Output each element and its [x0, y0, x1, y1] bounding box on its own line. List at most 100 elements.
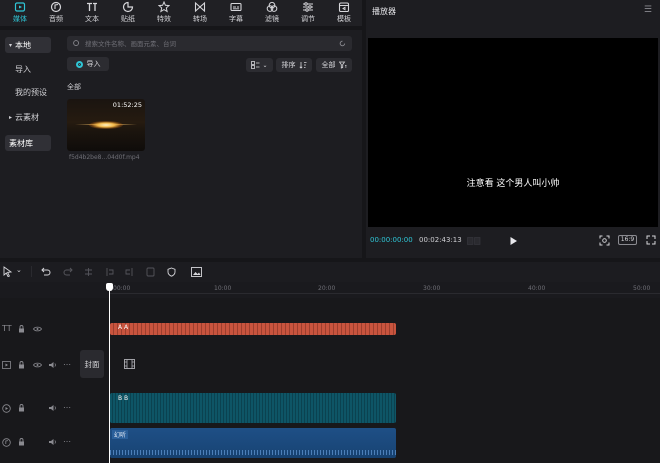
more-options-icon[interactable]: ⋯	[63, 360, 71, 369]
toolbar-template[interactable]: 模板	[326, 0, 362, 26]
more-options-icon[interactable]: ⋯	[63, 403, 71, 412]
import-radio-icon	[75, 60, 83, 68]
toolbar-sticker[interactable]: 贴纸	[110, 0, 146, 26]
clip-duration: 01:52:25	[112, 101, 142, 109]
sidenav-presets-label: 我的预设	[15, 87, 47, 97]
more-options-icon[interactable]: ⋯	[63, 437, 71, 446]
toolbar-filter-label: 滤镜	[265, 15, 279, 23]
toolbar-filter[interactable]: 滤镜	[254, 0, 290, 26]
timeline-tracks: TT A A ⋯ 封面 ⋯ B B ⋯ 幻听	[0, 298, 660, 463]
import-button[interactable]: 导入	[67, 57, 109, 71]
sidenav-library[interactable]: 素材库	[5, 135, 51, 151]
sidenav-library-label: 素材库	[9, 138, 33, 148]
media-sidenav: ▾ 本地 导入 我的预设 ▸ 云素材 素材库	[0, 30, 60, 258]
playhead-handle[interactable]	[106, 283, 113, 291]
audio-icon	[50, 1, 62, 13]
select-cursor-icon[interactable]	[3, 266, 13, 277]
audio-clip[interactable]: 幻听	[110, 428, 396, 458]
video-subtitle: 注意看 这个男人叫小帅	[466, 179, 560, 189]
transition-icon	[194, 1, 206, 13]
ruler-baseline	[110, 293, 660, 294]
section-label-all: 全部	[67, 83, 81, 91]
media-icon	[14, 2, 26, 12]
toolbar-caption[interactable]: 字幕	[218, 0, 254, 26]
template-icon	[338, 2, 350, 13]
eye-icon[interactable]	[33, 326, 42, 332]
lock-icon[interactable]	[18, 404, 25, 412]
total-timecode: 00:02:43:13	[419, 236, 462, 244]
chevron-down-icon: ⌄	[262, 61, 268, 69]
cursor-dropdown-icon[interactable]: ⌄	[16, 266, 22, 274]
search-input[interactable]	[85, 39, 335, 48]
video-clip-track-icon	[2, 404, 11, 413]
speaker-icon[interactable]	[48, 404, 57, 412]
split-right-icon[interactable]	[125, 267, 134, 277]
play-icon[interactable]	[509, 236, 518, 246]
player-menu-icon[interactable]: ☰	[644, 5, 652, 15]
sidenav-import-label: 导入	[15, 64, 31, 74]
image-frame-icon[interactable]	[191, 267, 202, 277]
delete-icon[interactable]	[146, 267, 155, 277]
effects-icon	[158, 1, 170, 13]
search-icon	[73, 40, 79, 46]
lock-icon[interactable]	[18, 325, 25, 333]
speaker-icon[interactable]	[48, 361, 57, 369]
toolbar-text[interactable]: 文本	[74, 0, 110, 26]
toolbar-media-label: 媒体	[13, 15, 27, 23]
eye-icon[interactable]	[33, 362, 42, 368]
undo-icon[interactable]	[41, 267, 51, 276]
toolbar-audio[interactable]: 音频	[38, 0, 74, 26]
fit-screen-icon[interactable]	[599, 235, 610, 246]
import-button-label: 导入	[86, 60, 101, 68]
caption-icon	[230, 2, 242, 12]
video-clip-marker-icon: B B	[118, 395, 129, 402]
lock-icon[interactable]	[18, 438, 25, 446]
timeline-ruler[interactable]: 00:00 10:00 20:00 30:00 40:00 50:00	[0, 282, 660, 298]
redo-icon[interactable]	[63, 267, 73, 276]
split-left-icon[interactable]	[105, 267, 114, 277]
shield-icon[interactable]	[167, 267, 176, 277]
ruler-tick: 50:00	[633, 285, 651, 292]
toolbar-audio-label: 音频	[49, 15, 63, 23]
media-panel: 导入 ⌄ 排序 全部 全部 01:52:25 f5d4b2be8...04d0f…	[60, 30, 362, 258]
lock-icon[interactable]	[18, 361, 25, 369]
filter-funnel-icon	[338, 61, 346, 69]
filter-all-button[interactable]: 全部	[316, 58, 352, 72]
clip-file-name: f5d4b2be8...04d0f.mp4	[69, 154, 140, 161]
sidenav-import[interactable]: 导入	[5, 61, 51, 77]
grid-view-icon	[251, 61, 260, 69]
filter-icon	[266, 1, 278, 12]
toolbar-effects[interactable]: 特效	[146, 0, 182, 26]
sidenav-cloud[interactable]: ▸ 云素材	[5, 109, 51, 125]
playhead-line[interactable]	[109, 284, 110, 463]
split-icon[interactable]	[84, 267, 93, 277]
ruler-tick: 00:00	[113, 285, 131, 292]
sidenav-local[interactable]: ▾ 本地	[5, 37, 51, 53]
view-mode-button[interactable]: ⌄	[246, 58, 273, 72]
text-track-icon: TT	[2, 324, 12, 333]
timeline-toolbar: ⌄	[0, 262, 660, 282]
ruler-tick: 10:00	[214, 285, 232, 292]
sidenav-presets[interactable]: 我的预设	[5, 84, 57, 100]
video-clip[interactable]: B B	[110, 393, 396, 423]
toolbar-separator	[31, 266, 32, 277]
sort-button-label: 排序	[281, 61, 296, 69]
toolbar-transition[interactable]: 转场	[182, 0, 218, 26]
sort-button[interactable]: 排序	[276, 58, 312, 72]
cover-button[interactable]: 封面	[80, 350, 104, 378]
refresh-icon[interactable]	[339, 40, 346, 47]
media-clip-thumbnail[interactable]: 01:52:25	[67, 99, 145, 151]
speaker-icon[interactable]	[48, 438, 57, 446]
ruler-tick: 40:00	[528, 285, 546, 292]
toolbar-media[interactable]: 媒体	[2, 0, 38, 26]
player-title: 播放器	[372, 7, 396, 16]
editor-app: 媒体 音频 文本 贴纸 特效 转场 字幕 滤镜 调节 模板 ▾ 本地 导入 我的…	[0, 0, 660, 463]
fullscreen-icon[interactable]	[646, 235, 656, 245]
timecode-format-icon[interactable]	[467, 237, 481, 245]
audio-track-icon	[2, 438, 11, 447]
toolbar-adjust[interactable]: 调节	[290, 0, 326, 26]
toolbar-sticker-label: 贴纸	[121, 15, 135, 23]
text-track-clips[interactable]: A A	[110, 323, 396, 335]
video-preview: 注意看 这个男人叫小帅	[368, 38, 658, 227]
aspect-ratio-button[interactable]: 16:9	[618, 235, 637, 245]
